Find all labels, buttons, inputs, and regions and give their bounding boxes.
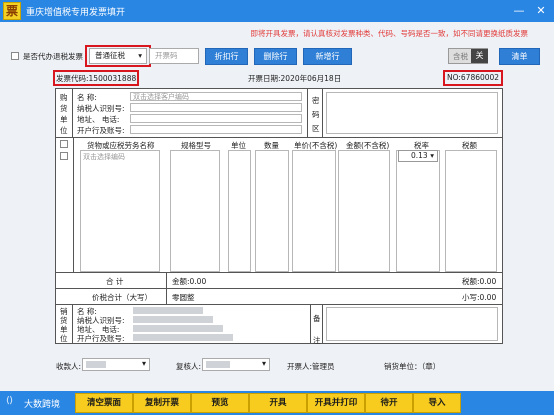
- delete-row-button[interactable]: 删除行: [254, 48, 297, 65]
- quantity-column[interactable]: [255, 150, 289, 272]
- proxy-refund-label: 是否代办退税发票: [23, 52, 83, 61]
- close-button[interactable]: ✕: [534, 4, 548, 18]
- seller-bank-label: 开户行及账号:: [77, 334, 125, 343]
- price-column[interactable]: [292, 150, 336, 272]
- item-name-input[interactable]: 双击选择编码: [83, 153, 125, 161]
- tax-included-label: 含税: [453, 52, 468, 61]
- buyer-address-label: 地址、 电话:: [77, 115, 120, 124]
- invoice-number: NO:67860002: [447, 73, 500, 82]
- payee-value: [86, 361, 106, 368]
- buyer-taxid-input[interactable]: [130, 103, 302, 112]
- notice-text: 即将开具发票，请认真核对发票种类、代码、号码是否一致，如不同请更换纸质发票: [250, 29, 529, 38]
- seller-side-label: 销货单位: [60, 307, 68, 343]
- seller-name-value: [133, 307, 203, 314]
- divider: [322, 304, 323, 344]
- spec-column[interactable]: [170, 150, 220, 272]
- amount-column[interactable]: [338, 150, 390, 272]
- remark-input[interactable]: [326, 307, 498, 341]
- item-name-column[interactable]: 双击选择编码: [80, 150, 160, 272]
- sum-label: 价税合计（大写）: [92, 293, 152, 302]
- reviewer-label: 复核人:: [176, 362, 202, 371]
- divider: [166, 272, 167, 304]
- divider: [55, 137, 503, 138]
- payee-label: 收款人:: [56, 362, 82, 371]
- buyer-name-label: 名 称:: [77, 93, 97, 102]
- proxy-refund-checkbox[interactable]: [11, 52, 19, 60]
- buyer-name-input[interactable]: 双击选择客户编码: [130, 92, 302, 101]
- total-tax: 税额:0.00: [462, 277, 497, 286]
- copy-invoice-button[interactable]: 复制开票: [133, 393, 191, 413]
- chevron-down-icon: ▾: [141, 359, 146, 368]
- issue-button[interactable]: 开具: [249, 393, 307, 413]
- buyer-bank-label: 开户行及账号:: [77, 126, 125, 135]
- tax-included-toggle[interactable]: 含税 关: [448, 48, 488, 64]
- chevron-down-icon: ▾: [261, 359, 266, 368]
- divider: [55, 272, 503, 273]
- select-all-checkbox[interactable]: [60, 140, 68, 148]
- buyer-taxid-label: 纳税人识别号:: [77, 104, 125, 113]
- unit-column[interactable]: [228, 150, 251, 272]
- tax-column[interactable]: [445, 150, 497, 272]
- chevron-down-icon: ▾: [430, 151, 434, 160]
- sum-words: 零圆整: [172, 293, 195, 302]
- list-button[interactable]: 清单: [499, 48, 540, 65]
- buyer-side-label: 购货单位: [60, 93, 68, 135]
- seller-address-value: [133, 325, 223, 332]
- pending-button[interactable]: 待开: [365, 393, 413, 413]
- seller-taxid-value: [133, 316, 213, 323]
- buyer-address-input[interactable]: [130, 114, 302, 123]
- row-checkbox[interactable]: [60, 152, 68, 160]
- issuer-label: 开票人:管理员: [287, 362, 335, 371]
- divider: [307, 88, 308, 137]
- reviewer-select[interactable]: ▾: [202, 358, 270, 371]
- reviewer-value: [206, 361, 230, 368]
- cipher-area-label: 密码区: [312, 96, 320, 133]
- divider: [310, 304, 311, 344]
- total-amount: 金额:0.00: [172, 277, 207, 286]
- import-button[interactable]: 导入: [413, 393, 461, 413]
- seller-bank-value: [133, 334, 233, 341]
- app-logo-icon: 票: [3, 2, 21, 20]
- payee-select[interactable]: ▾: [82, 358, 150, 371]
- divider: [55, 288, 503, 289]
- invoice-code-input[interactable]: 开票码: [149, 48, 199, 64]
- divider: [55, 304, 503, 305]
- add-row-button[interactable]: 新增行: [303, 48, 352, 65]
- minimize-button[interactable]: —: [512, 4, 526, 18]
- divider: [72, 88, 73, 137]
- tax-toggle-state: 关: [471, 49, 488, 63]
- invoice-date: 开票日期:2020年06月18日: [248, 74, 342, 83]
- levy-type-select[interactable]: 普通征税 ▾: [89, 48, 147, 64]
- tax-rate-select[interactable]: 0.13 ▾: [398, 150, 438, 162]
- cipher-area: [326, 92, 498, 134]
- buyer-bank-input[interactable]: [130, 125, 302, 134]
- divider: [73, 138, 74, 272]
- issue-print-button[interactable]: 开具并打印: [307, 393, 365, 413]
- divider: [72, 304, 73, 344]
- discount-row-button[interactable]: 折扣行: [205, 48, 248, 65]
- chevron-down-icon: ▾: [138, 51, 142, 60]
- sum-small: 小写:0.00: [462, 293, 497, 302]
- preview-button[interactable]: 预览: [191, 393, 249, 413]
- total-label: 合 计: [106, 277, 124, 286]
- clear-form-button[interactable]: 清空票面: [75, 393, 133, 413]
- brand-logo-icon: ⟨⟩: [6, 396, 14, 406]
- seller-seal-label: 销货单位：（章）: [384, 362, 441, 371]
- rate-column[interactable]: [396, 150, 440, 272]
- remark-label: 备注: [313, 314, 321, 345]
- invoice-code: 发票代码:1500031888: [56, 74, 137, 83]
- brand-name: 大数跨境: [24, 400, 61, 410]
- divider: [322, 88, 323, 137]
- window-title: 重庆增值税专用发票填开: [26, 8, 126, 18]
